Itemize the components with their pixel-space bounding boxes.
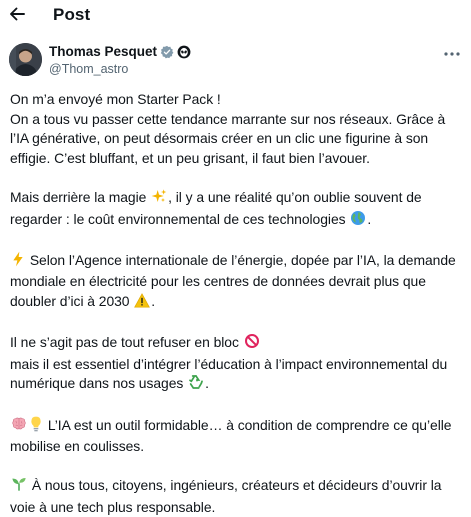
- text-line: voie à une tech plus responsable.: [10, 498, 216, 515]
- arrow-left-icon: [10, 7, 25, 21]
- text-segment: numérique dans nos usages: [10, 375, 184, 392]
- back-button[interactable]: [6, 3, 28, 25]
- text-segment: Il ne s’agit pas de tout refuser en bloc: [10, 334, 239, 351]
- prohibited-icon: [244, 333, 260, 355]
- text-line: Selon l’Agence internationale de l’énerg…: [10, 251, 465, 273]
- avatar[interactable]: [9, 43, 42, 76]
- globe-icon: [350, 210, 366, 232]
- text-segment: Mais derrière la magie: [10, 188, 147, 205]
- text-line: numérique dans nos usages .: [10, 374, 465, 396]
- verified-check-icon: [160, 45, 174, 59]
- text-line: À nous tous, citoyens, ingénieurs, créat…: [10, 476, 465, 498]
- text-line: mobilise en coulisses.: [10, 438, 145, 455]
- author-handle[interactable]: @Thom_astro: [49, 62, 128, 76]
- alien-icon: [177, 45, 191, 59]
- recycle-icon: [188, 374, 204, 396]
- text-line: Il ne s’agit pas de tout refuser en bloc: [10, 333, 465, 355]
- text-line: mais il est essentiel d’intégrer l’éduca…: [10, 355, 448, 372]
- text-segment: , il y a une réalité qu’on oublie souven…: [168, 188, 422, 205]
- text-line: Mais derrière la magie , il y a une réal…: [10, 188, 465, 210]
- text-line: mondiale en électricité pour les centres…: [10, 273, 426, 290]
- more-options-button[interactable]: [442, 47, 462, 61]
- post-text: On m’a envoyé mon Starter Pack ! On a to…: [10, 90, 465, 517]
- text-line: effigie. C’est bluffant, et un peu grisa…: [10, 149, 370, 166]
- lightbulb-icon: [29, 416, 43, 438]
- brain-icon: [11, 416, 27, 438]
- text-line: doubler d’ici à 2030 .: [10, 292, 465, 314]
- more-options-icon: [444, 52, 460, 56]
- text-segment: Selon l’Agence internationale de l’énerg…: [29, 251, 456, 268]
- sparkles-icon: [151, 188, 167, 210]
- text-line: l’IA générative, on peut désormais créer…: [10, 130, 429, 147]
- text-segment: À nous tous, citoyens, ingénieurs, créat…: [31, 477, 442, 494]
- text-line: L’IA est un outil formidable… à conditio…: [10, 416, 465, 438]
- text-line: On a tous vu passer cette tendance marra…: [10, 110, 446, 127]
- author-name[interactable]: Thomas Pesquet: [49, 44, 157, 59]
- post-author: Thomas Pesquet @Thom_astro: [9, 43, 464, 79]
- seedling-icon: [11, 476, 27, 498]
- top-bar: Post: [0, 0, 471, 30]
- text-segment: regarder : le coût environnemental de ce…: [10, 210, 346, 227]
- text-segment: doubler d’ici à 2030: [10, 292, 130, 309]
- text-line: On m’a envoyé mon Starter Pack !: [10, 91, 221, 107]
- text-segment: L’IA est un outil formidable… à conditio…: [47, 416, 452, 433]
- page-title: Post: [53, 5, 91, 24]
- lightning-icon: [11, 251, 25, 273]
- warning-icon: [134, 293, 151, 314]
- text-line: regarder : le coût environnemental de ce…: [10, 210, 465, 232]
